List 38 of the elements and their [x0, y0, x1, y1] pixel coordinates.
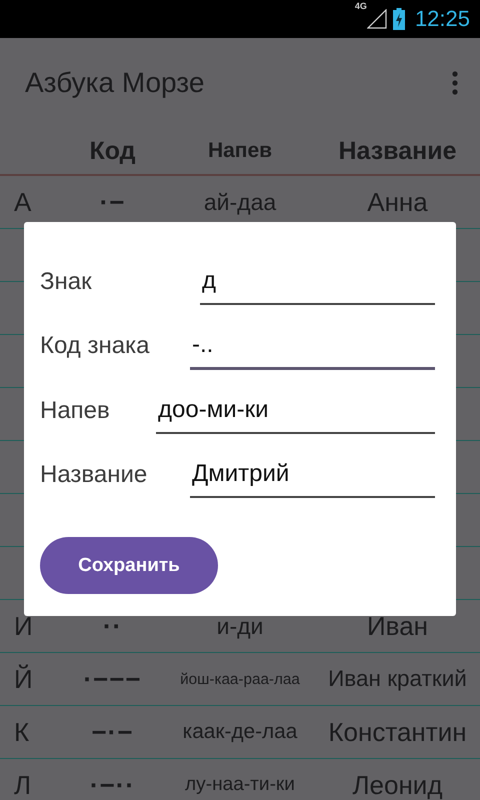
column-header: Название	[337, 136, 458, 166]
overflow-menu-icon[interactable]	[452, 71, 458, 95]
signal-icon	[366, 9, 387, 29]
name-cell-text: Иван краткий	[327, 666, 468, 692]
input-field[interactable]: Дмитрий	[190, 452, 435, 498]
letter-cell-text: К	[13, 716, 30, 748]
letter-cell-text: А	[13, 186, 32, 218]
morse-code-cell-text: ·−	[98, 186, 126, 218]
input-field[interactable]: -..	[190, 322, 435, 370]
field-label: Знак	[40, 268, 93, 296]
clock-time: 12:25	[414, 6, 470, 32]
morse-code-cell-text: ·−··	[88, 770, 136, 800]
chant-cell-text: лу-наа-ти-ки	[184, 774, 296, 796]
morse-code-cell-text: ··	[102, 610, 124, 642]
field-label: Напев	[40, 396, 111, 425]
save-button[interactable]: Сохранить	[40, 537, 218, 594]
battery-charging-icon	[392, 8, 405, 30]
morse-code-cell-text: ·−−−	[82, 664, 143, 694]
input-field[interactable]: д	[200, 259, 435, 306]
field-label: Код знака	[40, 332, 150, 360]
letter-cell-text: И	[13, 610, 34, 642]
app-title: Азбука Морзе	[25, 67, 204, 99]
name-cell-text: Константин	[327, 716, 468, 748]
column-header: Код	[88, 136, 137, 166]
letter-cell-text: Й	[13, 664, 34, 694]
name-cell-text: Анна	[366, 186, 429, 218]
network-type-label: 4G	[354, 1, 367, 11]
chant-cell-text: каак-де-лаа	[182, 720, 298, 744]
chant-cell-text: ай-даа	[202, 188, 278, 216]
name-cell-text: Иван	[366, 610, 430, 642]
chant-cell-text: и-ди	[216, 612, 264, 640]
chant-cell-text: йош-каа-раа-лаа	[179, 670, 301, 688]
column-header: Напев	[206, 139, 274, 163]
field-label: Название	[40, 461, 148, 490]
input-field[interactable]: доо-ми-ки	[156, 388, 435, 434]
name-cell-text: Леонид	[351, 770, 444, 800]
letter-cell-text: Л	[13, 770, 32, 800]
morse-code-cell-text: −·−	[90, 716, 135, 748]
